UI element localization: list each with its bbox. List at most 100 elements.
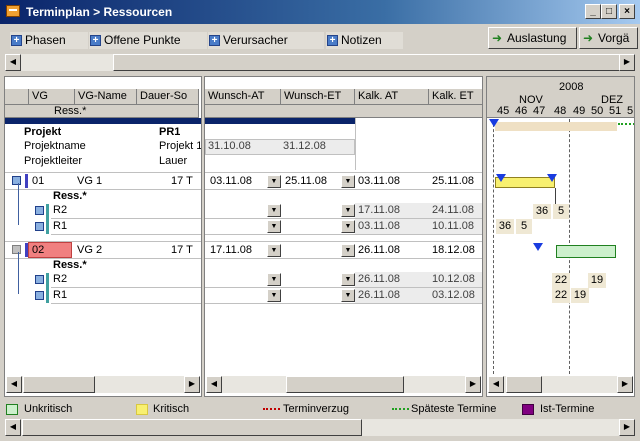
left-pane-scrollbar[interactable]: ◀ ▶ — [6, 376, 200, 393]
milestone-icon — [533, 243, 543, 251]
legend: Unkritisch Kritisch Terminverzug Spätest… — [0, 398, 640, 421]
load-cell: 36 — [496, 219, 514, 234]
selection-bar — [5, 118, 201, 124]
resource-name[interactable]: R2 — [53, 272, 67, 287]
collapse-icon[interactable] — [12, 245, 21, 254]
bottom-scrollbar[interactable]: ◀ ▶ — [5, 419, 635, 436]
dropdown-icon[interactable]: ▼ — [267, 289, 281, 302]
vg-name[interactable]: VG 2 — [77, 243, 102, 258]
top-scrollbar[interactable]: ◀ ▶ — [5, 54, 635, 71]
col-header-kalk-et[interactable]: Kalk. ET — [429, 89, 482, 105]
scroll-left-icon[interactable]: ◀ — [5, 419, 21, 436]
scroll-thumb[interactable] — [506, 376, 542, 393]
dropdown-icon[interactable]: ▼ — [341, 273, 355, 286]
plus-icon: + — [11, 35, 22, 46]
uncritical-swatch — [6, 404, 18, 415]
scroll-right-icon[interactable]: ▶ — [617, 376, 633, 393]
kalk-at-value: 17.11.08 — [358, 204, 401, 216]
col-header-subrow — [205, 105, 482, 118]
resource-name[interactable]: R1 — [53, 288, 67, 303]
row-divider — [51, 303, 201, 304]
scroll-thumb[interactable] — [286, 376, 404, 393]
latest-dates-marker — [618, 123, 634, 129]
tab-phasen[interactable]: + Phasen — [10, 32, 88, 49]
auslastung-label: Auslastung — [507, 31, 567, 45]
dropdown-icon[interactable]: ▼ — [341, 220, 355, 233]
scroll-right-icon[interactable]: ▶ — [619, 54, 635, 71]
dropdown-icon[interactable]: ▼ — [341, 175, 355, 188]
legend-label: Ist-Termine — [540, 403, 595, 415]
scroll-left-icon[interactable]: ◀ — [5, 54, 21, 71]
actual-dates-swatch — [522, 404, 534, 415]
resource-name[interactable]: R1 — [53, 219, 67, 234]
title-bar: Terminplan > Ressourcen _ □ × — [0, 0, 640, 24]
col-header-wunsch-et[interactable]: Wunsch-ET — [281, 89, 355, 105]
scroll-thumb[interactable] — [22, 419, 362, 436]
col-header-vg[interactable]: VG — [29, 89, 75, 105]
resource-icon[interactable] — [35, 206, 44, 215]
scroll-thumb[interactable] — [23, 376, 95, 393]
vg-id[interactable]: 01 — [32, 174, 44, 189]
auslastung-button[interactable]: ➜ Auslastung — [488, 27, 577, 49]
maximize-button[interactable]: □ — [601, 4, 617, 19]
dropdown-icon[interactable]: ▼ — [341, 204, 355, 217]
kalk-at-value: 03.11.08 — [358, 220, 401, 232]
scroll-left-icon[interactable]: ◀ — [206, 376, 222, 393]
row-divider — [205, 303, 482, 304]
dropdown-icon[interactable]: ▼ — [267, 204, 281, 217]
close-button[interactable]: × — [619, 4, 635, 19]
wunsch-at-field[interactable]: 03.11.08 — [210, 174, 252, 189]
scroll-left-icon[interactable]: ◀ — [488, 376, 504, 393]
dropdown-icon[interactable]: ▼ — [267, 273, 281, 286]
gantt-week: 51 — [609, 105, 622, 117]
resource-icon[interactable] — [35, 222, 44, 231]
vg-name[interactable]: VG 1 — [77, 174, 102, 189]
col-header-dauer[interactable]: Dauer-So — [137, 89, 199, 105]
scroll-right-icon[interactable]: ▶ — [184, 376, 200, 393]
load-cell: 19 — [588, 273, 606, 288]
row-divider — [205, 189, 482, 190]
scroll-right-icon[interactable]: ▶ — [619, 419, 635, 436]
gantt-pane-scrollbar[interactable]: ◀ ▶ — [488, 376, 633, 393]
scroll-left-icon[interactable]: ◀ — [6, 376, 22, 393]
resource-icon[interactable] — [35, 291, 44, 300]
col-header-wunsch-at[interactable]: Wunsch-AT — [205, 89, 281, 105]
col-header-kalk-at[interactable]: Kalk. AT — [355, 89, 429, 105]
milestone-icon — [547, 174, 557, 182]
wunsch-at-field[interactable]: 17.11.08 — [210, 243, 252, 258]
project-bar[interactable] — [495, 122, 617, 131]
gantt-week: 50 — [591, 105, 604, 117]
dropdown-icon[interactable]: ▼ — [341, 244, 355, 257]
resource-name[interactable]: R2 — [53, 203, 67, 218]
dropdown-icon[interactable]: ▼ — [267, 220, 281, 233]
tab-notizen[interactable]: + Notizen — [326, 32, 403, 49]
middle-pane-scrollbar[interactable]: ◀ ▶ — [206, 376, 481, 393]
vorgaenge-button[interactable]: ➜ Vorgä — [579, 27, 638, 49]
scroll-right-icon[interactable]: ▶ — [465, 376, 481, 393]
dropdown-icon[interactable]: ▼ — [267, 175, 281, 188]
kalk-et-value: 25.11.08 — [432, 175, 475, 187]
project-label: Projekt — [24, 126, 62, 138]
vg-id[interactable]: 02 — [32, 243, 44, 258]
kalk-at-value: 26.11.08 — [358, 289, 401, 301]
row-divider — [205, 172, 482, 173]
vg-dauer[interactable]: 17 T — [171, 243, 193, 258]
dropdown-icon[interactable]: ▼ — [341, 289, 355, 302]
kalk-et-value: 18.12.08 — [432, 244, 475, 256]
row-divider — [51, 287, 201, 288]
tab-verursacher[interactable]: + Verursacher — [208, 32, 324, 49]
wunsch-et-field[interactable]: 25.11.08 — [285, 174, 327, 189]
vg-dauer[interactable]: 17 T — [171, 174, 193, 189]
load-cell: 22 — [552, 288, 570, 303]
tab-offene-punkte[interactable]: + Offene Punkte — [89, 32, 207, 49]
task-bar-uncritical[interactable] — [556, 245, 616, 258]
resource-icon[interactable] — [35, 275, 44, 284]
dropdown-icon[interactable]: ▼ — [267, 244, 281, 257]
col-header-icon — [5, 89, 29, 105]
col-header-vg-name[interactable]: VG-Name — [75, 89, 137, 105]
ress-label: Ress.* — [53, 259, 87, 271]
scroll-thumb[interactable] — [113, 54, 621, 71]
minimize-button[interactable]: _ — [585, 4, 601, 19]
collapse-icon[interactable] — [12, 176, 21, 185]
kalk-et-value: 10.12.08 — [432, 273, 475, 285]
